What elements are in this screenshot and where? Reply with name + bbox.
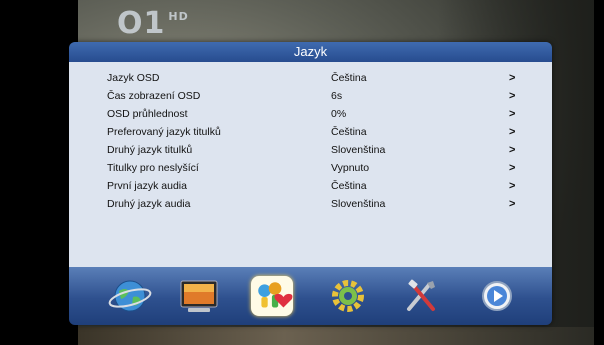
setting-row-second-subtitle-language[interactable]: Druhý jazyk titulků Slovenština >	[107, 141, 527, 159]
language-dialog: Jazyk Jazyk OSD Čeština > Čas zobrazení …	[69, 42, 552, 325]
channel-logo-text: Ο1	[117, 6, 166, 41]
setting-value: Čeština	[331, 72, 367, 84]
chevron-right-icon: >	[509, 180, 516, 192]
setting-label: První jazyk audia	[107, 180, 187, 192]
setting-value: Čeština	[331, 180, 367, 192]
channel-logo: Ο1 HD	[117, 6, 189, 41]
setting-label: OSD průhlednost	[107, 108, 188, 120]
chevron-right-icon: >	[509, 144, 516, 156]
setting-row-hearing-impaired-subtitles[interactable]: Titulky pro neslyšící Vypnuto >	[107, 159, 527, 177]
gear-icon[interactable]	[325, 275, 371, 317]
chevron-right-icon: >	[509, 198, 516, 210]
setting-row-second-audio-language[interactable]: Druhý jazyk audia Slovenština >	[107, 195, 527, 213]
setting-value: Slovenština	[331, 198, 386, 210]
language-icon[interactable]	[251, 276, 293, 316]
play-icon[interactable]	[474, 275, 520, 317]
chevron-right-icon: >	[509, 108, 516, 120]
dialog-title: Jazyk	[69, 42, 552, 62]
main-menu-bar	[69, 267, 552, 325]
settings-list: Jazyk OSD Čeština > Čas zobrazení OSD 6s…	[69, 62, 552, 267]
globe-icon[interactable]	[107, 275, 153, 317]
setting-label: Druhý jazyk audia	[107, 198, 191, 210]
chevron-right-icon: >	[509, 72, 516, 84]
setting-value: Čeština	[331, 126, 367, 138]
tools-icon[interactable]	[399, 275, 445, 317]
tv-background-bottom	[78, 327, 594, 345]
setting-value: 0%	[331, 108, 347, 120]
setting-row-osd-language[interactable]: Jazyk OSD Čeština >	[107, 69, 527, 87]
setting-label: Čas zobrazení OSD	[107, 90, 201, 102]
setting-value: Slovenština	[331, 144, 386, 156]
setting-row-subtitle-language[interactable]: Preferovaný jazyk titulků Čeština >	[107, 123, 527, 141]
setting-label: Jazyk OSD	[107, 72, 160, 84]
chevron-right-icon: >	[509, 126, 516, 138]
setting-value: Vypnuto	[331, 162, 370, 174]
setting-label: Titulky pro neslyšící	[107, 162, 199, 174]
channel-hd-badge: HD	[168, 10, 189, 23]
chevron-right-icon: >	[509, 90, 516, 102]
setting-label: Preferovaný jazyk titulků	[107, 126, 221, 138]
setting-row-osd-timeout[interactable]: Čas zobrazení OSD 6s >	[107, 87, 527, 105]
setting-label: Druhý jazyk titulků	[107, 144, 193, 156]
monitor-icon[interactable]	[176, 275, 222, 317]
chevron-right-icon: >	[509, 162, 516, 174]
setting-row-audio-language[interactable]: První jazyk audia Čeština >	[107, 177, 527, 195]
setting-row-osd-transparency[interactable]: OSD průhlednost 0% >	[107, 105, 527, 123]
setting-value: 6s	[331, 90, 343, 102]
